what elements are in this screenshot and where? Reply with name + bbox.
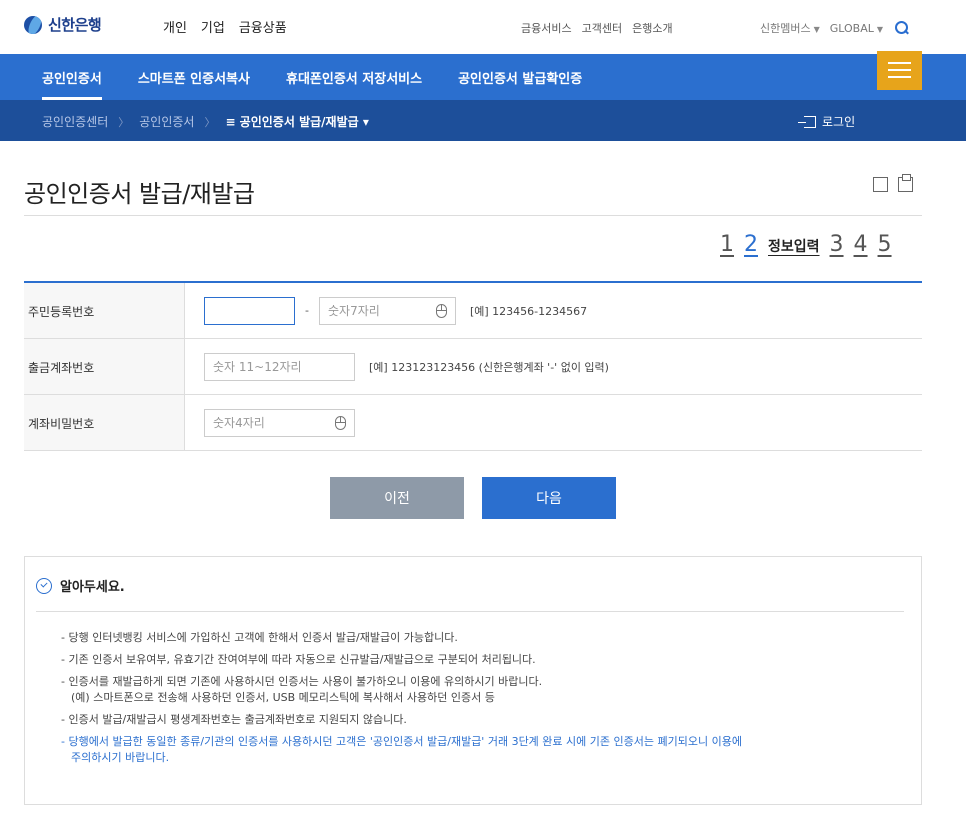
- resident-number-example: [예] 123456-1234567: [469, 304, 588, 318]
- notice-list: - 당행 인터넷뱅킹 서비스에 가입하신 고객에 한해서 인증서 발급/재발급이…: [61, 630, 742, 772]
- notice-text: - 당행에서 발급한 동일한 종류/기관의 인증서를 사용하시던 고객은 '공인…: [61, 735, 742, 748]
- member-label: 신한멤버스: [760, 22, 811, 35]
- step-4: 4: [853, 232, 868, 257]
- account-number-input[interactable]: 숫자 11~12자리: [204, 352, 355, 381]
- chevron-right-icon: 〉: [204, 115, 216, 129]
- account-password-placeholder: 숫자4자리: [213, 416, 265, 430]
- notice-text: - 인증서 발급/재발급시 평생계좌번호는 출금계좌번호로 지원되지 않습니다.: [61, 713, 407, 726]
- print-icon[interactable]: [898, 174, 913, 192]
- login-label: 로그인: [822, 115, 856, 129]
- divider: [24, 215, 922, 216]
- top-header: 신한은행 개인 기업 금융상품 금융서비스 고객센터 은행소개 신한멤버스 ▼ G…: [0, 0, 966, 54]
- tab-phone-storage[interactable]: 휴대폰인증서 저장서비스: [286, 68, 422, 100]
- gnb-personal[interactable]: 개인: [163, 17, 187, 36]
- brand-name: 신한은행: [48, 16, 102, 34]
- login-icon: [798, 115, 816, 128]
- page-tools: [873, 174, 913, 192]
- step-2: 2: [744, 232, 758, 257]
- gnb-products[interactable]: 금융상품: [239, 17, 287, 36]
- account-password-input[interactable]: 숫자4자리: [204, 408, 355, 437]
- list-item: - 기존 인증서 보유여부, 유효기간 잔여여부에 따라 자동으로 신규발급/재…: [61, 652, 742, 668]
- resident-number-label: 주민등록번호: [24, 283, 185, 338]
- notice-text: - 기존 인증서 보유여부, 유효기간 잔여여부에 따라 자동으로 신규발급/재…: [61, 653, 536, 666]
- next-button[interactable]: 다음: [482, 477, 616, 519]
- resident-number-front-input[interactable]: [204, 296, 295, 325]
- list-item: - 인증서를 재발급하게 되면 기존에 사용하시던 인증서는 사용이 불가하오니…: [61, 674, 742, 706]
- notice-header: 알아두세요.: [36, 576, 125, 595]
- util-bank-intro[interactable]: 은행소개: [632, 20, 672, 36]
- chevron-down-icon: ▼: [813, 25, 820, 34]
- search-icon[interactable]: [895, 21, 909, 35]
- form-row-resident-number: 주민등록번호 - 숫자7자리 [예] 123456-1234567: [24, 283, 922, 339]
- account-number-label: 출금계좌번호: [24, 339, 185, 394]
- global-nav: 개인 기업 금융상품: [163, 17, 287, 36]
- form-row-account-number: 출금계좌번호 숫자 11~12자리 [예] 123123123456 (신한은행…: [24, 339, 922, 395]
- divider: [36, 611, 904, 612]
- notice-subtext: (예) 스마트폰으로 전송해 사용하던 인증서, USB 메모리스틱에 복사해서…: [71, 691, 495, 704]
- account-number-placeholder: 숫자 11~12자리: [213, 360, 302, 374]
- utility-nav-2: 신한멤버스 ▼ GLOBAL ▼: [760, 20, 909, 36]
- step-5: 5: [877, 232, 892, 257]
- virtual-keyboard-icon[interactable]: [435, 303, 447, 318]
- resident-number-back-placeholder: 숫자7자리: [327, 304, 380, 318]
- page-title: 공인인증서 발급/재발급: [24, 180, 255, 208]
- check-circle-icon: [36, 577, 52, 594]
- info-form: 주민등록번호 - 숫자7자리 [예] 123456-1234567 출금계좌번호…: [24, 281, 922, 451]
- tab-issue-confirmation[interactable]: 공인인증서 발급확인증: [458, 68, 582, 100]
- brand-logo[interactable]: 신한은행: [24, 14, 102, 35]
- step-indicator: 1 2 정보입력 3 4 5: [720, 232, 892, 257]
- step-1: 1: [720, 232, 734, 257]
- notice-subtext: 주의하시기 바랍니다.: [71, 751, 170, 764]
- step-2-label: 정보입력: [768, 239, 820, 255]
- tab-certificate[interactable]: 공인인증서: [42, 68, 102, 100]
- dash: -: [305, 304, 309, 317]
- notice-box: 알아두세요. - 당행 인터넷뱅킹 서비스에 가입하신 고객에 한해서 인증서 …: [24, 556, 922, 805]
- form-row-account-password: 계좌비밀번호 숫자4자리: [24, 395, 922, 451]
- list-item: - 인증서 발급/재발급시 평생계좌번호는 출금계좌번호로 지원되지 않습니다.: [61, 712, 742, 728]
- list-item-highlight: - 당행에서 발급한 동일한 종류/기관의 인증서를 사용하시던 고객은 '공인…: [61, 734, 742, 766]
- breadcrumb-current-dropdown[interactable]: ≡ 공인인증서 발급/재발급 ▾: [225, 113, 368, 130]
- global-dropdown[interactable]: GLOBAL ▼: [830, 22, 883, 35]
- tab-smartphone-copy[interactable]: 스마트폰 인증서복사: [138, 68, 250, 100]
- breadcrumb-item[interactable]: 공인인증서: [139, 113, 194, 130]
- login-link[interactable]: 로그인: [798, 113, 856, 130]
- util-financial-services[interactable]: 금융서비스: [521, 20, 572, 36]
- account-number-example: [예] 123123123456 (신한은행계좌 '-' 없이 입력): [369, 360, 609, 374]
- resident-number-back-input[interactable]: 숫자7자리: [318, 296, 456, 325]
- breadcrumb-bar: 공인인증센터 〉 공인인증서 〉 ≡ 공인인증서 발급/재발급 ▾ 로그인: [0, 100, 966, 141]
- breadcrumb: 공인인증센터 〉 공인인증서 〉 ≡ 공인인증서 발급/재발급 ▾: [42, 113, 369, 130]
- global-label: GLOBAL: [829, 21, 874, 35]
- notice-title: 알아두세요.: [60, 580, 125, 595]
- section-nav: 공인인증서 스마트폰 인증서복사 휴대폰인증서 저장서비스 공인인증서 발급확인…: [0, 54, 966, 100]
- hamburger-menu-icon[interactable]: [877, 51, 922, 90]
- notice-text: - 당행 인터넷뱅킹 서비스에 가입하신 고객에 한해서 인증서 발급/재발급이…: [61, 631, 458, 644]
- step-3: 3: [829, 232, 844, 257]
- prev-button[interactable]: 이전: [330, 477, 464, 519]
- shinhan-logo-icon: [24, 15, 42, 34]
- chevron-right-icon: 〉: [118, 115, 130, 129]
- virtual-keyboard-icon[interactable]: [335, 415, 346, 430]
- font-size-icon[interactable]: [873, 177, 888, 192]
- account-password-label: 계좌비밀번호: [24, 395, 185, 450]
- util-customer-center[interactable]: 고객센터: [582, 20, 622, 36]
- notice-text: - 인증서를 재발급하게 되면 기존에 사용하시던 인증서는 사용이 불가하오니…: [61, 675, 543, 688]
- gnb-corporate[interactable]: 기업: [201, 17, 225, 36]
- chevron-down-icon: ▼: [876, 24, 884, 34]
- breadcrumb-item[interactable]: 공인인증센터: [42, 113, 108, 130]
- utility-nav: 금융서비스 고객센터 은행소개: [521, 20, 673, 36]
- member-dropdown[interactable]: 신한멤버스 ▼: [760, 20, 820, 36]
- list-item: - 당행 인터넷뱅킹 서비스에 가입하신 고객에 한해서 인증서 발급/재발급이…: [61, 630, 742, 646]
